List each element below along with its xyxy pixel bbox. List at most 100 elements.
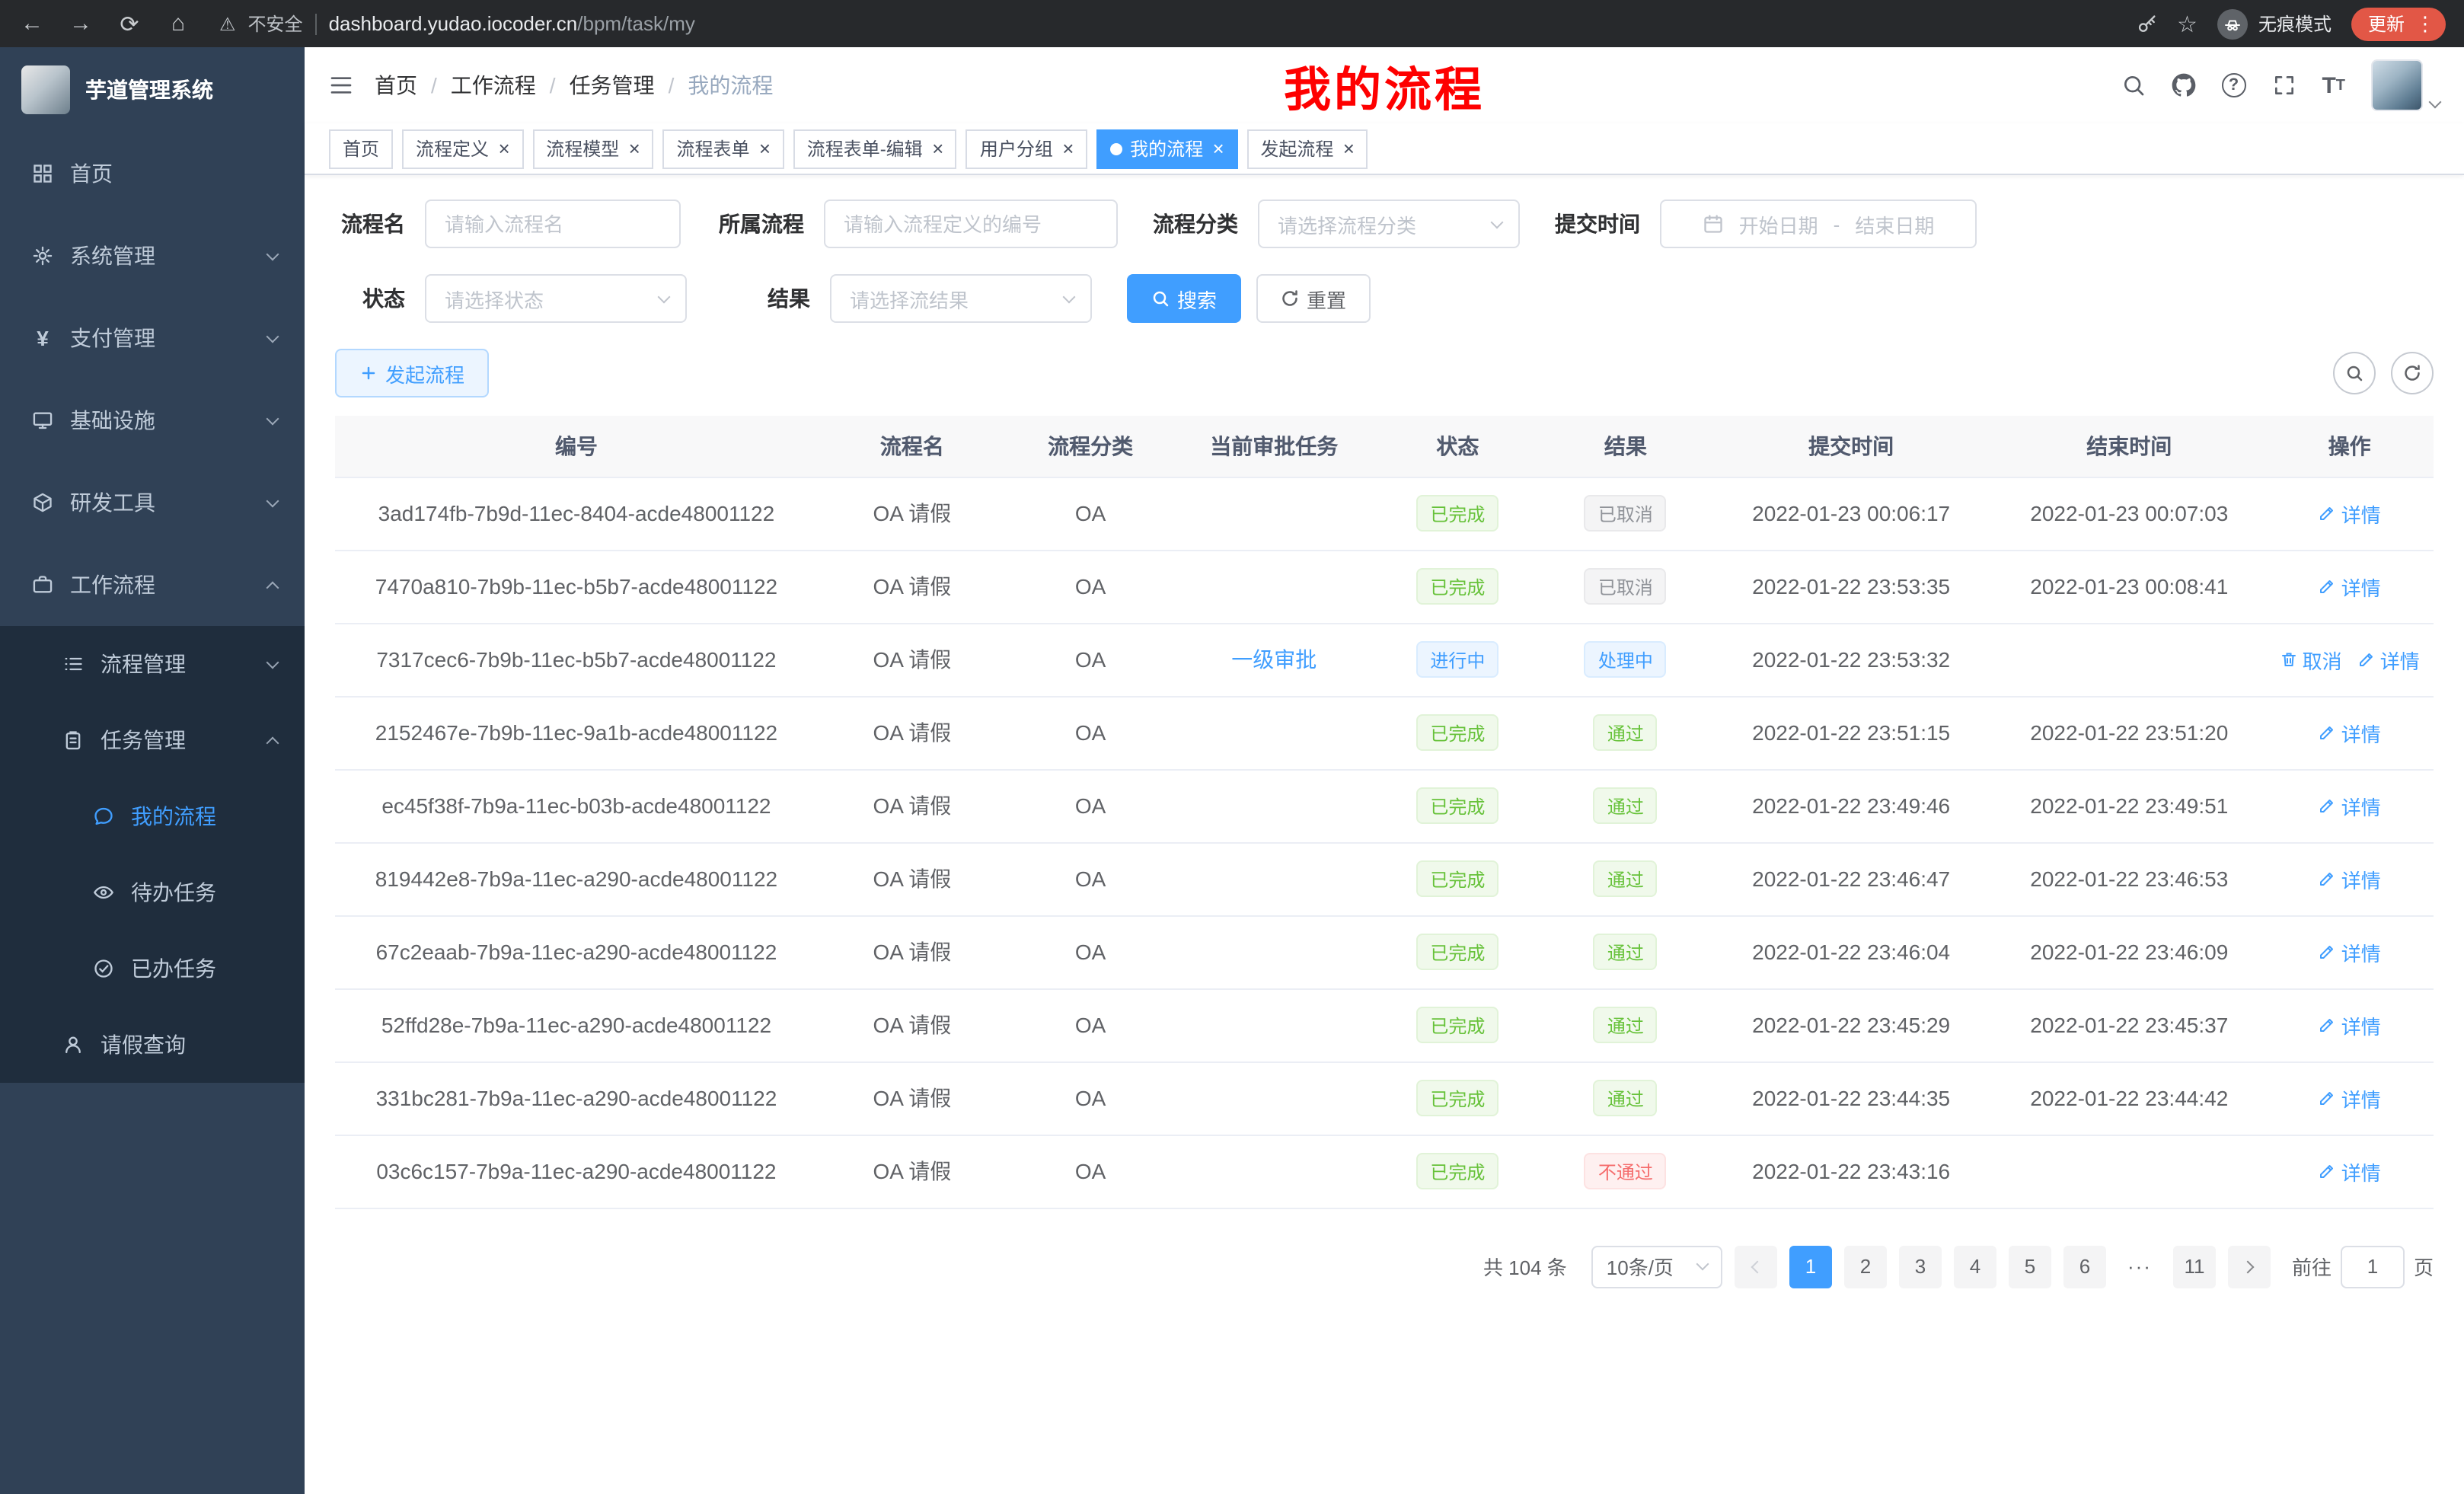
- sidebar-item-leave-query[interactable]: 请假查询: [0, 1007, 305, 1083]
- cell-current-task: [1174, 477, 1374, 550]
- tab-close-icon[interactable]: [1062, 139, 1074, 158]
- status-tag: 已完成: [1416, 568, 1499, 605]
- view-tab[interactable]: 发起流程: [1246, 129, 1368, 168]
- breadcrumb-separator: [669, 73, 675, 97]
- view-tab[interactable]: 首页: [329, 129, 393, 168]
- refresh-table-button[interactable]: [2391, 352, 2434, 394]
- bookmark-star-icon[interactable]: [2177, 10, 2197, 37]
- font-size-icon[interactable]: [2322, 72, 2345, 98]
- search-button[interactable]: 搜索: [1127, 274, 1241, 323]
- page-number-button[interactable]: ···: [2118, 1245, 2161, 1288]
- cancel-action[interactable]: 取消: [2280, 645, 2342, 674]
- page-number-button[interactable]: 3: [1899, 1245, 1942, 1288]
- cell-status: 已完成: [1374, 988, 1541, 1061]
- reset-button[interactable]: 重置: [1256, 274, 1371, 323]
- cell-status: 已完成: [1374, 477, 1541, 550]
- tab-close-icon[interactable]: [932, 139, 943, 158]
- breadcrumb-home[interactable]: 首页: [375, 70, 417, 101]
- view-tab[interactable]: 流程表单: [662, 129, 784, 168]
- sidebar-toggle-icon[interactable]: [329, 73, 353, 97]
- detail-action[interactable]: 详情: [2319, 864, 2381, 893]
- help-icon[interactable]: [2221, 73, 2245, 97]
- current-task-link[interactable]: 一级审批: [1231, 644, 1317, 675]
- next-page-button[interactable]: [2228, 1245, 2271, 1288]
- app-logo-row[interactable]: 芋道管理系统: [0, 47, 305, 132]
- sidebar-item-done-tasks[interactable]: 已办任务: [0, 931, 305, 1007]
- goto-page-input[interactable]: [2341, 1245, 2405, 1288]
- search-icon[interactable]: [2121, 73, 2145, 97]
- detail-action[interactable]: 详情: [2319, 1084, 2381, 1113]
- detail-action[interactable]: 详情: [2319, 1157, 2381, 1186]
- sidebar-item-todo-tasks[interactable]: 待办任务: [0, 854, 305, 931]
- tab-close-icon[interactable]: [1342, 139, 1354, 158]
- view-tab[interactable]: 流程模型: [532, 129, 653, 168]
- menu-label: 流程管理: [101, 649, 186, 679]
- create-process-button[interactable]: 发起流程: [335, 349, 489, 397]
- cell-id: 52ffd28e-7b9a-11ec-a290-acde48001122: [335, 988, 818, 1061]
- page-number-button[interactable]: 2: [1844, 1245, 1887, 1288]
- category-placeholder: 请选择流程分类: [1278, 209, 1416, 238]
- sidebar-item-workflow[interactable]: 工作流程: [0, 544, 305, 626]
- sidebar-item-system[interactable]: 系统管理: [0, 215, 305, 297]
- page-size-select[interactable]: 10条/页: [1591, 1245, 1722, 1288]
- process-def-input[interactable]: [824, 200, 1118, 248]
- browser-home-icon[interactable]: [164, 11, 192, 37]
- sidebar-item-payment[interactable]: ¥ 支付管理: [0, 297, 305, 379]
- cell-status: 已完成: [1374, 550, 1541, 623]
- detail-action[interactable]: 详情: [2319, 791, 2381, 820]
- status-select[interactable]: 请选择状态: [425, 274, 687, 323]
- detail-action[interactable]: 详情: [2319, 499, 2381, 528]
- tab-close-icon[interactable]: [498, 139, 509, 158]
- user-menu[interactable]: [2371, 59, 2440, 111]
- browser-menu-icon[interactable]: [2415, 11, 2435, 36]
- view-tab[interactable]: 流程定义: [402, 129, 523, 168]
- cell-result: 通过: [1542, 696, 1709, 769]
- github-icon[interactable]: [2171, 73, 2195, 97]
- page-number-button[interactable]: 5: [2009, 1245, 2051, 1288]
- detail-action[interactable]: 详情: [2319, 718, 2381, 747]
- breadcrumb-task-mgmt[interactable]: 任务管理: [570, 70, 655, 101]
- view-tab[interactable]: 流程表单-编辑: [793, 129, 957, 168]
- detail-action[interactable]: 详情: [2357, 645, 2420, 674]
- result-select[interactable]: 请选择流结果: [830, 274, 1092, 323]
- password-key-icon[interactable]: [2136, 13, 2157, 34]
- sidebar-item-home[interactable]: 首页: [0, 132, 305, 215]
- address-bar[interactable]: 不安全 dashboard.yudao.iocoder.cn/bpm/task/…: [219, 11, 2115, 37]
- person-icon: [61, 1034, 85, 1055]
- sidebar-item-infra[interactable]: 基础设施: [0, 379, 305, 461]
- sidebar-item-devtools[interactable]: 研发工具: [0, 461, 305, 544]
- process-name-label: 流程名: [335, 209, 405, 239]
- tab-close-icon[interactable]: [1212, 139, 1224, 158]
- sidebar-item-my-process[interactable]: 我的流程: [0, 778, 305, 854]
- browser-back-icon[interactable]: [18, 11, 46, 37]
- page-number-button[interactable]: 11: [2173, 1245, 2216, 1288]
- prev-page-button[interactable]: [1735, 1245, 1777, 1288]
- detail-action[interactable]: 详情: [2319, 572, 2381, 601]
- tab-close-icon[interactable]: [759, 139, 771, 158]
- category-select[interactable]: 请选择流程分类: [1258, 200, 1520, 248]
- sidebar-item-task-mgmt[interactable]: 任务管理: [0, 702, 305, 778]
- status-tag: 已完成: [1416, 934, 1499, 970]
- browser-reload-icon[interactable]: [116, 10, 143, 37]
- browser-forward-icon[interactable]: [67, 11, 94, 37]
- sidebar-item-process-mgmt[interactable]: 流程管理: [0, 626, 305, 702]
- page-number-button[interactable]: 4: [1954, 1245, 1996, 1288]
- view-tab[interactable]: 我的流程: [1096, 129, 1237, 168]
- tab-label: 流程表单-编辑: [807, 136, 923, 161]
- tab-close-icon[interactable]: [628, 139, 640, 158]
- show-search-button[interactable]: [2333, 352, 2376, 394]
- detail-action[interactable]: 详情: [2319, 937, 2381, 966]
- browser-update-button[interactable]: 更新: [2351, 7, 2446, 40]
- tab-bar: 首页 流程定义 流程模型 流程表单: [305, 123, 2464, 175]
- page-number-button[interactable]: 6: [2063, 1245, 2106, 1288]
- cube-icon: [30, 492, 55, 513]
- view-tab[interactable]: 用户分组: [966, 129, 1087, 168]
- detail-action[interactable]: 详情: [2319, 1010, 2381, 1039]
- date-range-picker[interactable]: 开始日期 - 结束日期: [1660, 200, 1977, 248]
- breadcrumb-workflow[interactable]: 工作流程: [451, 70, 536, 101]
- workflow-submenu: 流程管理 任务管理 我的流程 待办任务: [0, 626, 305, 1083]
- page-number-button[interactable]: 1: [1789, 1245, 1832, 1288]
- process-name-input[interactable]: [425, 200, 681, 248]
- avatar[interactable]: [2371, 59, 2423, 111]
- fullscreen-icon[interactable]: [2271, 73, 2296, 97]
